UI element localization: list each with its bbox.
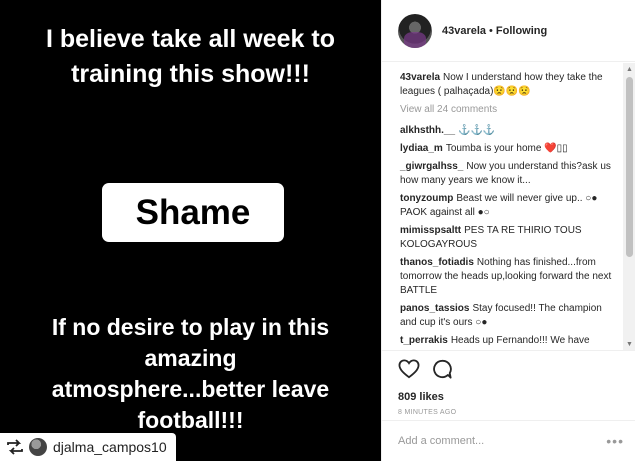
- story-top-line: I believe take all week to: [45, 25, 336, 53]
- comment-username[interactable]: alkhsthh.__: [400, 125, 455, 136]
- comment-item: mimisspsaltt PES TA RE THIRIO TOUS KOLOGA…: [400, 224, 618, 252]
- comment-item: lydiaa_m Toumba is your home ❤️▯▯: [400, 142, 618, 156]
- comment-username[interactable]: t_perrakis: [400, 335, 448, 346]
- view-all-comments-link[interactable]: View all 24 comments: [400, 103, 618, 117]
- add-comment-bar: •••: [382, 420, 635, 461]
- comment-item: thanos_fotiadis Nothing has finished...fr…: [400, 256, 618, 298]
- post-timestamp: 8 MINUTES AGO: [398, 409, 457, 416]
- story-bottom-line: football!!!: [137, 407, 244, 433]
- story-bottom-text: If no desire to play in this amazing atm…: [0, 312, 381, 436]
- comment-item: panos_tassios Stay focused!! The champion…: [400, 302, 618, 330]
- repost-avatar: [29, 438, 47, 456]
- comments-scrollbar[interactable]: ▲ ▼: [623, 63, 635, 350]
- comment-username[interactable]: lydiaa_m: [400, 143, 443, 154]
- comment-item: t_perrakis Heads up Fernando!!! We have: [400, 334, 618, 348]
- following-button[interactable]: Following: [496, 25, 547, 37]
- post-image[interactable]: I believe take all week to training this…: [0, 0, 381, 461]
- comment-username[interactable]: _giwrgalhss_: [400, 161, 463, 172]
- more-options-icon[interactable]: •••: [606, 433, 624, 449]
- comment-username[interactable]: panos_tassios: [400, 303, 469, 314]
- heart-icon[interactable]: [398, 358, 420, 384]
- add-comment-input[interactable]: [398, 435, 607, 447]
- scroll-down-arrow-icon[interactable]: ▼: [623, 338, 635, 350]
- likes-count[interactable]: 809 likes: [398, 391, 620, 403]
- action-icons: [398, 358, 620, 384]
- comment-username[interactable]: mimisspsaltt: [400, 225, 461, 236]
- comment-username[interactable]: thanos_fotiadis: [400, 257, 474, 268]
- repost-username: djalma_campos10: [53, 439, 167, 455]
- separator-dot: •: [489, 24, 493, 37]
- story-top-line: training this show!!!: [71, 60, 310, 88]
- repost-icon: [5, 439, 25, 455]
- shame-sticker: Shame: [102, 183, 284, 242]
- comment-username[interactable]: tonyzoump: [400, 193, 453, 204]
- story-bottom-line: atmosphere...better leave: [51, 376, 330, 402]
- scroll-thumb[interactable]: [626, 77, 633, 257]
- scroll-up-arrow-icon[interactable]: ▲: [623, 63, 635, 75]
- post-username[interactable]: 43varela: [442, 25, 486, 37]
- post-header: 43varela • Following: [382, 0, 635, 62]
- comment-bubble-icon[interactable]: [432, 359, 452, 384]
- comment-text: Toumba is your home ❤️▯▯: [445, 143, 568, 154]
- story-bottom-line: If no desire to play in this: [51, 314, 330, 340]
- post-panel: 43varela • Following 43varela Now I under…: [381, 0, 635, 461]
- repost-badge: djalma_campos10: [0, 433, 176, 461]
- comments-list[interactable]: 43varela Now I understand how they take t…: [382, 63, 626, 350]
- story-top-text: I believe take all week to training this…: [0, 22, 381, 92]
- story-bottom-line: amazing: [144, 345, 237, 371]
- comment-item: alkhsthh.__ ⚓⚓⚓: [400, 124, 618, 138]
- shame-text: Shame: [135, 192, 251, 232]
- post-actions: 809 likes 8 MINUTES AGO: [382, 350, 635, 416]
- comment-item: _giwrgalhss_ Now you understand this?ask …: [400, 160, 618, 188]
- avatar[interactable]: [398, 13, 432, 48]
- caption-username[interactable]: 43varela: [400, 72, 440, 83]
- comment-item: tonyzoump Beast we will never give up.. ○…: [400, 192, 618, 220]
- caption: 43varela Now I understand how they take t…: [400, 71, 618, 99]
- comment-text: ⚓⚓⚓: [458, 125, 496, 136]
- comment-text: Heads up Fernando!!! We have: [450, 335, 590, 346]
